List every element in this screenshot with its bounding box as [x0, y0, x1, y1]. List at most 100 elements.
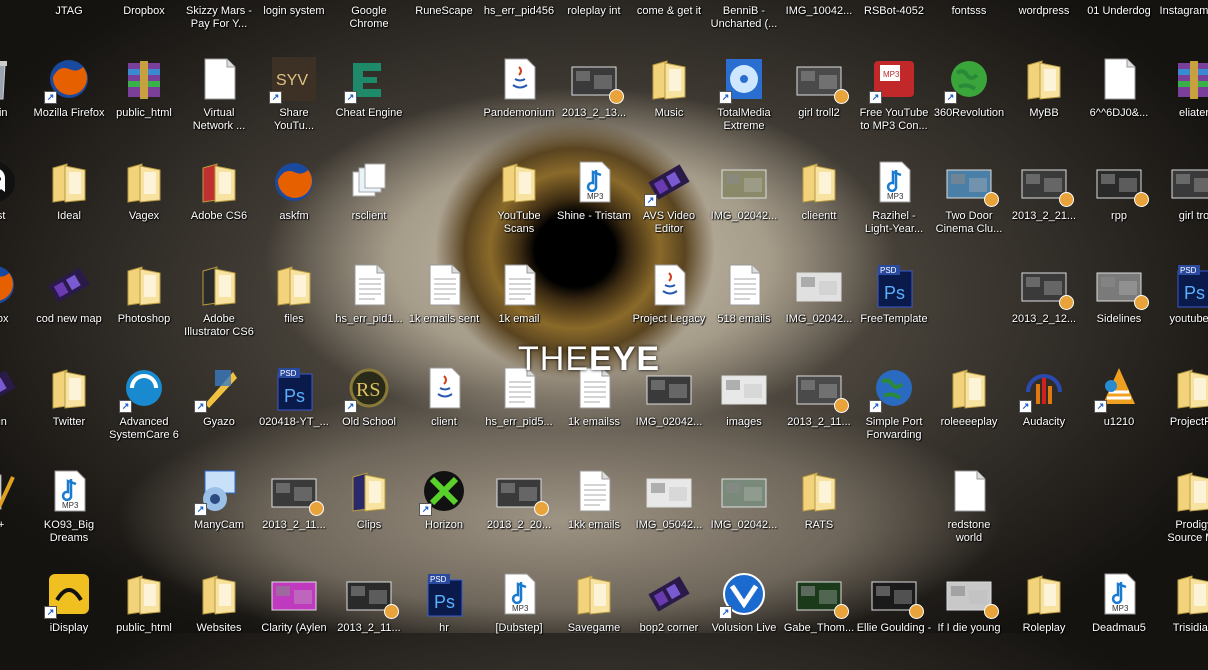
desktop-item[interactable]: images	[705, 364, 783, 464]
desktop-item[interactable]: ↗ Audacity	[1005, 364, 1083, 464]
desktop-item-label: host N	[0, 210, 6, 222]
desktop-item[interactable]: girl troll2	[780, 55, 858, 155]
desktop-item[interactable]: rsclient	[330, 158, 408, 258]
desktop-item-label: eliater	[1179, 107, 1208, 119]
desktop-item[interactable]: host N	[0, 158, 34, 258]
desktop-item[interactable]: unfin	[0, 364, 34, 464]
desktop-item[interactable]: ↗ 360Revolution	[930, 55, 1008, 155]
desktop-item[interactable]: MP3 Deadmau5	[1080, 570, 1158, 670]
desktop-item[interactable]: public_html	[105, 570, 183, 670]
desktop-item[interactable]: eliater	[1155, 55, 1208, 155]
desktop-item[interactable]: 1k emailss	[555, 364, 633, 464]
desktop-item[interactable]: RATS	[780, 467, 858, 567]
desktop-item[interactable]: client	[405, 364, 483, 464]
desktop-item[interactable]: 2013_2_21...	[1005, 158, 1083, 258]
desktop-item[interactable]: Two Door Cinema Clu...	[930, 158, 1008, 258]
desktop-item[interactable]: Roleplay	[1005, 570, 1083, 670]
desktop-item[interactable]: Websites	[180, 570, 258, 670]
desktop-item[interactable]: rpp	[1080, 158, 1158, 258]
desktop-item[interactable]: TrisidiaX	[1155, 570, 1208, 670]
desktop-item[interactable]: Adobe Illustrator CS6	[180, 261, 258, 361]
desktop-item[interactable]: 2013_2_11...	[255, 467, 333, 567]
desktop-item[interactable]: Clarity (Aylen	[255, 570, 333, 670]
desktop-item[interactable]: ProjectRe	[1155, 364, 1208, 464]
desktop-item[interactable]: ↗ TotalMedia Extreme	[705, 55, 783, 155]
desktop-item[interactable]: PSD Ps youtube-2	[1155, 261, 1208, 361]
desktop-item[interactable]: redstone world	[930, 467, 1008, 567]
desktop-item[interactable]: ↗ u1210	[1080, 364, 1158, 464]
desktop-item[interactable]: girl tro	[1155, 158, 1208, 258]
desktop-item[interactable]: ↗ Simple Port Forwarding	[855, 364, 933, 464]
play-badge-icon	[834, 398, 849, 413]
desktop-item[interactable]: files	[255, 261, 333, 361]
desktop-item[interactable]: PSD Ps FreeTemplate	[855, 261, 933, 361]
desktop-item[interactable]: ↗ Gyazo	[180, 364, 258, 464]
desktop-item[interactable]: Photoshop	[105, 261, 183, 361]
desktop-item[interactable]: IMG_02042...	[705, 467, 783, 567]
desktop-item[interactable]: ↗ ManyCam	[180, 467, 258, 567]
desktop-item[interactable]: Vagex	[105, 158, 183, 258]
desktop-item[interactable]: Virtual Network ...	[180, 55, 258, 155]
desktop-item[interactable]: IMG_02042...	[630, 364, 708, 464]
desktop-item[interactable]: 2013_2_12...	[1005, 261, 1083, 361]
desktop-item[interactable]: YouTube Scans	[480, 158, 558, 258]
desktop-item[interactable]: 6^^6DJ0&...	[1080, 55, 1158, 155]
desktop-item[interactable]: 2013_2_13...	[555, 55, 633, 155]
desktop-item[interactable]: bop2 corner	[630, 570, 708, 670]
desktop-item[interactable]: Adobe CS6	[180, 158, 258, 258]
desktop-item[interactable]: RS ↗ Old School	[330, 364, 408, 464]
desktop-item[interactable]: ↗ Cheat Engine	[330, 55, 408, 155]
desktop-item[interactable]: hs_err_pid5...	[480, 364, 558, 464]
folder-icon	[270, 261, 318, 309]
desktop-item[interactable]: public_html	[105, 55, 183, 155]
desktop-item[interactable]: Pandemonium	[480, 55, 558, 155]
desktop-item[interactable]: MP3 ↗ Free YouTube to MP3 Con...	[855, 55, 933, 155]
desktop-item[interactable]: Savegame	[555, 570, 633, 670]
document-stack-icon	[345, 158, 393, 206]
desktop-item[interactable]: e Bin	[0, 55, 34, 155]
desktop-item[interactable]: d++	[0, 467, 34, 567]
desktop-item[interactable]: 1kk emails	[555, 467, 633, 567]
desktop-item[interactable]: MP3 KO93_Big Dreams	[30, 467, 108, 567]
desktop-item[interactable]: 2013_2_11...	[330, 570, 408, 670]
desktop-item[interactable]: hs_err_pid1...	[330, 261, 408, 361]
desktop-item[interactable]: PSD Ps hr	[405, 570, 483, 670]
desktop-item[interactable]: Twitter	[30, 364, 108, 464]
desktop-item[interactable]: MP3 Shine - Tristam	[555, 158, 633, 258]
desktop-item[interactable]: 518 emails	[705, 261, 783, 361]
desktop-item[interactable]: irefox	[0, 261, 34, 361]
desktop-item-label: bop2 corner	[639, 622, 699, 634]
desktop-item[interactable]: ↗ Volusion Live	[705, 570, 783, 670]
desktop-item[interactable]: MP3 [Dubstep]	[480, 570, 558, 670]
desktop-item[interactable]: Sidelines	[1080, 261, 1158, 361]
desktop-item[interactable]: Music	[630, 55, 708, 155]
desktop-item[interactable]: clieentt	[780, 158, 858, 258]
desktop-item[interactable]: IMG_02042...	[780, 261, 858, 361]
desktop-item[interactable]: 2013_2_11...	[780, 364, 858, 464]
desktop-item[interactable]: If I die young	[930, 570, 1008, 670]
desktop-item[interactable]: Gabe_Thom...	[780, 570, 858, 670]
desktop-item[interactable]: MyBB	[1005, 55, 1083, 155]
desktop-item[interactable]: IMG_02042...	[705, 158, 783, 258]
desktop-item[interactable]: ↗ AVS Video Editor	[630, 158, 708, 258]
desktop-item[interactable]: Clips	[330, 467, 408, 567]
desktop-item[interactable]: Ellie Goulding -	[855, 570, 933, 670]
desktop-item[interactable]: ↗ Mozilla Firefox	[30, 55, 108, 155]
desktop-item[interactable]: Prodigy Source Ma	[1155, 467, 1208, 567]
desktop-item[interactable]: cod new map	[30, 261, 108, 361]
desktop-item[interactable]: SYV ↗ Share YouTu...	[255, 55, 333, 155]
desktop-item[interactable]: ↗ Advanced SystemCare 6	[105, 364, 183, 464]
desktop-item[interactable]: 2013_2_20...	[480, 467, 558, 567]
desktop-item[interactable]: IMG_05042...	[630, 467, 708, 567]
desktop-item[interactable]: askfm	[255, 158, 333, 258]
play-badge-icon	[609, 89, 624, 104]
desktop-item[interactable]: roleeeeplay	[930, 364, 1008, 464]
desktop-item[interactable]: ↗ iDisplay	[30, 570, 108, 670]
desktop-item[interactable]: 1k emails sent	[405, 261, 483, 361]
desktop-item[interactable]: PSD Ps 020418-YT_...	[255, 364, 333, 464]
film-icon	[45, 261, 93, 309]
desktop-item-label: IMG_02042...	[710, 210, 778, 222]
desktop-item[interactable]: MP3 Razihel - Light-Year...	[855, 158, 933, 258]
desktop-item[interactable]: Ideal	[30, 158, 108, 258]
desktop-item[interactable]: ↗ Horizon	[405, 467, 483, 567]
